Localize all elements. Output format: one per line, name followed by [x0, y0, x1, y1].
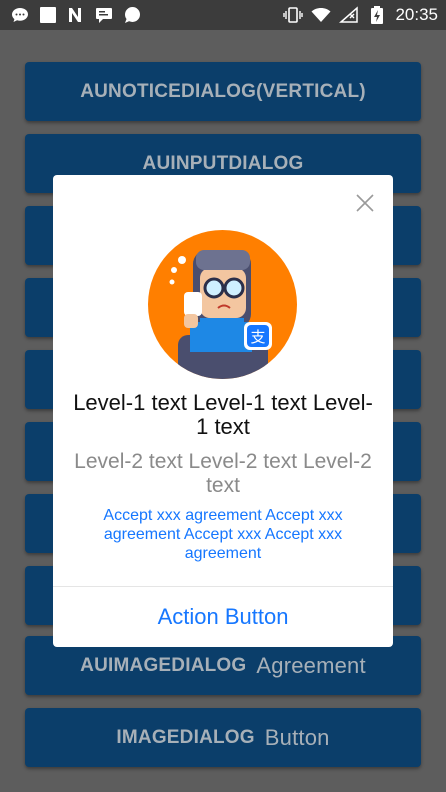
n-logo-icon [66, 5, 86, 25]
action-button[interactable]: Action Button [53, 587, 393, 647]
list-button-suffix: Agreement [256, 652, 366, 678]
no-signal-icon [339, 5, 359, 25]
image-dialog: 支 Level-1 text Level-1 text Level-1 text… [53, 175, 393, 647]
whatsapp-icon [122, 5, 142, 25]
system-icons: 20:35 [283, 5, 438, 25]
list-button-aunoticedialog-vertical[interactable]: AUNOTICEDIALOG(VERTICAL) [25, 62, 421, 121]
status-time: 20:35 [395, 5, 438, 24]
list-button-imagedialog-button[interactable]: IMAGEDIALOG Button [25, 708, 421, 767]
list-button-label: AUINPUTDIALOG [142, 152, 304, 174]
list-button-label: IMAGEDIALOG [116, 726, 255, 748]
battery-charging-icon [367, 5, 387, 25]
list-button-label: AUNOTICEDIALOG(VERTICAL) [80, 80, 366, 102]
wifi-icon [311, 5, 331, 25]
close-icon[interactable] [354, 192, 376, 214]
list-button-label: AUIMAGEDIALOG [80, 654, 247, 676]
list-button-suffix: Button [264, 724, 330, 750]
status-bar: 20:35 [0, 0, 446, 30]
level-1-text: Level-1 text Level-1 text Level-1 text [73, 390, 373, 439]
message-bubble-icon [10, 5, 30, 25]
svg-text:支: 支 [250, 328, 265, 346]
notification-icons [10, 5, 142, 25]
agreement-link[interactable]: Accept xxx agreement Accept xxx agreemen… [73, 506, 373, 563]
chat-icon [94, 5, 114, 25]
vibrate-icon [283, 5, 304, 25]
level-2-text: Level-2 text Level-2 text Level-2 text [74, 450, 372, 497]
crying-character-illustration: 支 [148, 230, 297, 379]
square-icon [38, 5, 58, 25]
